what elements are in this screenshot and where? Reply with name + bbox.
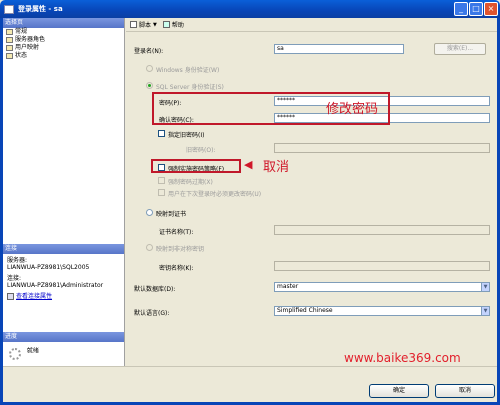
- map-asymmetric-key-label: 映射到非对称密钥: [156, 246, 205, 253]
- sql-auth-label: SQL Server 身份验证(S): [156, 84, 224, 91]
- map-certificate-label: 映射到证书: [156, 211, 187, 218]
- window-title: 登录属性 - sa: [18, 5, 63, 13]
- help-button[interactable]: 帮助: [162, 20, 184, 29]
- arrow-annotation: ◀: [244, 158, 253, 171]
- key-name-label: 密钥名称(K):: [159, 265, 194, 272]
- enforce-expiration-checkbox[interactable]: [158, 177, 165, 184]
- page-item-user-mapping[interactable]: 用户映射: [3, 44, 124, 52]
- cancel-button[interactable]: 取消: [435, 384, 495, 398]
- app-icon: [4, 4, 14, 14]
- page-icon: [6, 29, 13, 35]
- map-asymmetric-key-radio[interactable]: [146, 244, 153, 251]
- certificate-name-field[interactable]: [274, 225, 490, 235]
- default-language-label: 默认语言(G):: [134, 310, 170, 317]
- old-password-field[interactable]: [274, 143, 490, 153]
- connection-header: 连接: [3, 244, 124, 254]
- server-label: 服务器:: [7, 257, 28, 264]
- script-button[interactable]: 脚本 ▼: [130, 20, 157, 29]
- server-value: LIANWUA-PZ8981\SQL2005: [7, 264, 90, 271]
- sql-auth-radio[interactable]: [146, 82, 153, 89]
- progress-section: 进度 就绪: [3, 332, 124, 360]
- help-icon: [162, 21, 170, 28]
- connection-value: LIANWUA-PZ8981\Administrator: [7, 282, 104, 289]
- chevron-down-icon: ▼: [481, 283, 489, 291]
- progress-status: 就绪: [26, 347, 39, 355]
- button-bar: 确定 取消: [3, 366, 497, 402]
- left-pane: 选择页 常规 服务器角色 用户映射 状态 连接 服务器: LIANWUA-PZ8…: [3, 18, 125, 366]
- default-database-select[interactable]: master ▼: [274, 282, 490, 292]
- specify-old-password-checkbox[interactable]: [158, 130, 165, 137]
- ok-button[interactable]: 确定: [369, 384, 429, 398]
- progress-header: 进度: [3, 332, 124, 342]
- must-change-checkbox[interactable]: [158, 189, 165, 196]
- connection-section: 连接 服务器: LIANWUA-PZ8981\SQL2005 连接: LIANW…: [3, 244, 124, 303]
- login-name-field[interactable]: sa: [274, 44, 404, 54]
- login-name-label: 登录名(N):: [134, 48, 164, 55]
- page-icon: [6, 37, 13, 43]
- enforce-expiration-label: 强制密码过期(X): [168, 179, 213, 186]
- cancel-annotation: 取消: [263, 160, 290, 175]
- close-button[interactable]: ×: [484, 2, 498, 16]
- maximize-button[interactable]: □: [469, 2, 483, 16]
- page-icon: [6, 53, 13, 59]
- windows-auth-label: Windows 身份验证(W): [156, 67, 220, 74]
- properties-icon: [7, 293, 14, 300]
- page-item-status[interactable]: 状态: [3, 52, 124, 60]
- must-change-label: 用户在下次登录时必须更改密码(U): [168, 191, 262, 198]
- page-icon: [6, 45, 13, 51]
- progress-spinner-icon: [9, 348, 21, 360]
- policy-highlight-box: [151, 159, 241, 173]
- watermark: www.baike369.com: [344, 351, 461, 365]
- page-item-server-roles[interactable]: 服务器角色: [3, 36, 124, 44]
- specify-old-password-label: 指定旧密码(I): [168, 132, 205, 139]
- page-item-general[interactable]: 常规: [3, 28, 124, 36]
- change-password-annotation: 修改密码: [326, 102, 379, 117]
- certificate-name-label: 证书名称(T):: [159, 229, 194, 236]
- windows-auth-radio[interactable]: [146, 65, 153, 72]
- key-name-field[interactable]: [274, 261, 490, 271]
- map-certificate-radio[interactable]: [146, 209, 153, 216]
- pages-list: 常规 服务器角色 用户映射 状态: [3, 28, 124, 60]
- default-language-select[interactable]: Simplified Chinese ▼: [274, 306, 490, 316]
- minimize-button[interactable]: _: [454, 2, 468, 16]
- script-icon: [130, 21, 137, 28]
- default-database-label: 默认数据库(D):: [134, 286, 176, 293]
- right-pane: 脚本 ▼ 帮助 登录名(N): sa 搜索(E)... Windows 身份验证…: [126, 18, 497, 366]
- view-connection-properties-link[interactable]: 查看连接属性: [16, 293, 52, 300]
- chevron-down-icon: ▼: [481, 307, 489, 315]
- search-button[interactable]: 搜索(E)...: [434, 43, 486, 55]
- toolbar: 脚本 ▼ 帮助: [126, 18, 497, 32]
- title-bar[interactable]: 登录属性 - sa: [0, 0, 500, 18]
- chevron-down-icon: ▼: [153, 21, 157, 28]
- old-password-label: 旧密码(O):: [186, 147, 216, 154]
- connection-label: 连接:: [7, 275, 22, 282]
- pages-header: 选择页: [3, 18, 124, 28]
